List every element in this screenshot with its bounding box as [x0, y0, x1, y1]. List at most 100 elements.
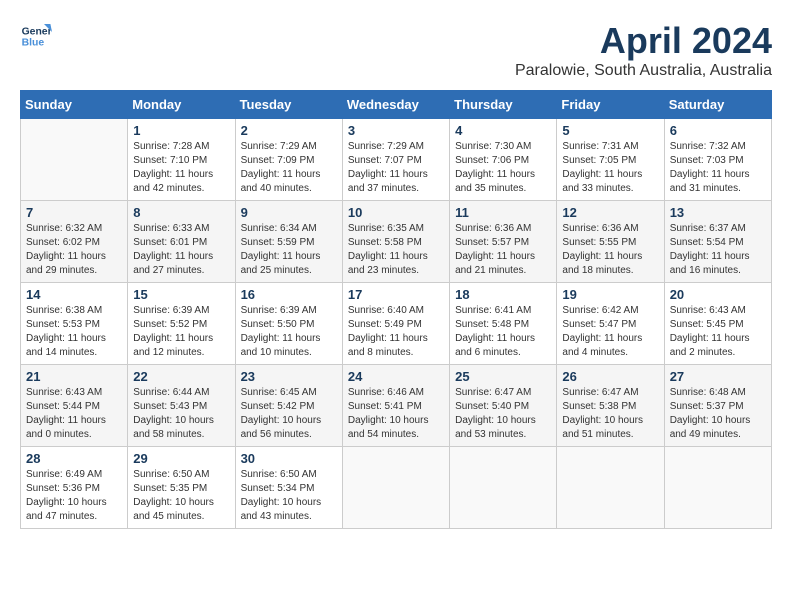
- calendar-cell: 9Sunrise: 6:34 AM Sunset: 5:59 PM Daylig…: [235, 201, 342, 283]
- day-number: 22: [133, 369, 229, 384]
- day-info: Sunrise: 7:28 AM Sunset: 7:10 PM Dayligh…: [133, 140, 229, 196]
- day-number: 20: [670, 287, 766, 302]
- day-info: Sunrise: 7:29 AM Sunset: 7:07 PM Dayligh…: [348, 140, 444, 196]
- weekday-header-thursday: Thursday: [450, 91, 557, 119]
- day-number: 1: [133, 123, 229, 138]
- calendar-cell: 6 Sunrise: 7:32 AM Sunset: 7:03 PM Daylig…: [664, 119, 771, 201]
- calendar-cell: [450, 447, 557, 529]
- calendar-cell: 23 Sunrise: 6:45 AM Sunset: 5:42 PM Dayli…: [235, 365, 342, 447]
- day-number: 16: [241, 287, 337, 302]
- calendar-cell: 17 Sunrise: 6:40 AM Sunset: 5:49 PM Dayli…: [342, 283, 449, 365]
- day-info: Sunrise: 6:47 AM Sunset: 5:40 PM Dayligh…: [455, 386, 551, 442]
- weekday-header-wednesday: Wednesday: [342, 91, 449, 119]
- day-info: Sunrise: 6:36 AM Sunset: 5:57 PM Dayligh…: [455, 222, 551, 278]
- day-info: Sunrise: 7:32 AM Sunset: 7:03 PM Dayligh…: [670, 140, 766, 196]
- calendar-cell: [21, 119, 128, 201]
- day-number: 9: [241, 205, 337, 220]
- day-info: Sunrise: 6:32 AM Sunset: 6:02 PM Dayligh…: [26, 222, 122, 278]
- day-number: 4: [455, 123, 551, 138]
- day-info: Sunrise: 6:35 AM Sunset: 5:58 PM Dayligh…: [348, 222, 444, 278]
- page-header: General Blue April 2024 Paralowie, South…: [20, 20, 772, 80]
- day-info: Sunrise: 6:50 AM Sunset: 5:34 PM Dayligh…: [241, 468, 337, 524]
- day-number: 28: [26, 451, 122, 466]
- weekday-header-friday: Friday: [557, 91, 664, 119]
- day-info: Sunrise: 6:40 AM Sunset: 5:49 PM Dayligh…: [348, 304, 444, 360]
- day-number: 21: [26, 369, 122, 384]
- location-title: Paralowie, South Australia, Australia: [515, 62, 772, 80]
- svg-text:General: General: [22, 26, 52, 37]
- weekday-header-saturday: Saturday: [664, 91, 771, 119]
- day-info: Sunrise: 6:50 AM Sunset: 5:35 PM Dayligh…: [133, 468, 229, 524]
- calendar-cell: 12 Sunrise: 6:36 AM Sunset: 5:55 PM Dayli…: [557, 201, 664, 283]
- calendar-cell: 7 Sunrise: 6:32 AM Sunset: 6:02 PM Daylig…: [21, 201, 128, 283]
- day-number: 3: [348, 123, 444, 138]
- day-number: 23: [241, 369, 337, 384]
- day-info: Sunrise: 6:37 AM Sunset: 5:54 PM Dayligh…: [670, 222, 766, 278]
- calendar-cell: 10Sunrise: 6:35 AM Sunset: 5:58 PM Dayli…: [342, 201, 449, 283]
- month-title: April 2024: [515, 20, 772, 62]
- weekday-header-row: SundayMondayTuesdayWednesdayThursdayFrid…: [21, 91, 772, 119]
- logo-icon: General Blue: [20, 20, 52, 52]
- calendar-cell: 13 Sunrise: 6:37 AM Sunset: 5:54 PM Dayli…: [664, 201, 771, 283]
- day-info: Sunrise: 6:42 AM Sunset: 5:47 PM Dayligh…: [562, 304, 658, 360]
- calendar-cell: 25Sunrise: 6:47 AM Sunset: 5:40 PM Dayli…: [450, 365, 557, 447]
- day-number: 15: [133, 287, 229, 302]
- calendar-week-2: 7 Sunrise: 6:32 AM Sunset: 6:02 PM Daylig…: [21, 201, 772, 283]
- calendar-cell: [664, 447, 771, 529]
- weekday-header-sunday: Sunday: [21, 91, 128, 119]
- day-info: Sunrise: 6:41 AM Sunset: 5:48 PM Dayligh…: [455, 304, 551, 360]
- day-number: 14: [26, 287, 122, 302]
- calendar-cell: 14 Sunrise: 6:38 AM Sunset: 5:53 PM Dayli…: [21, 283, 128, 365]
- weekday-header-monday: Monday: [128, 91, 235, 119]
- calendar-cell: 27Sunrise: 6:48 AM Sunset: 5:37 PM Dayli…: [664, 365, 771, 447]
- day-info: Sunrise: 6:39 AM Sunset: 5:52 PM Dayligh…: [133, 304, 229, 360]
- calendar-cell: 21 Sunrise: 6:43 AM Sunset: 5:44 PM Dayli…: [21, 365, 128, 447]
- calendar-cell: 24 Sunrise: 6:46 AM Sunset: 5:41 PM Dayli…: [342, 365, 449, 447]
- day-info: Sunrise: 7:31 AM Sunset: 7:05 PM Dayligh…: [562, 140, 658, 196]
- day-info: Sunrise: 6:46 AM Sunset: 5:41 PM Dayligh…: [348, 386, 444, 442]
- day-number: 17: [348, 287, 444, 302]
- calendar-cell: [557, 447, 664, 529]
- day-number: 6: [670, 123, 766, 138]
- calendar-cell: 2Sunrise: 7:29 AM Sunset: 7:09 PM Daylig…: [235, 119, 342, 201]
- day-number: 18: [455, 287, 551, 302]
- day-number: 27: [670, 369, 766, 384]
- day-number: 13: [670, 205, 766, 220]
- day-number: 2: [241, 123, 337, 138]
- title-area: April 2024 Paralowie, South Australia, A…: [515, 20, 772, 80]
- calendar-cell: 30 Sunrise: 6:50 AM Sunset: 5:34 PM Dayli…: [235, 447, 342, 529]
- day-info: Sunrise: 6:43 AM Sunset: 5:44 PM Dayligh…: [26, 386, 122, 442]
- day-info: Sunrise: 6:38 AM Sunset: 5:53 PM Dayligh…: [26, 304, 122, 360]
- day-number: 12: [562, 205, 658, 220]
- calendar-cell: 26Sunrise: 6:47 AM Sunset: 5:38 PM Dayli…: [557, 365, 664, 447]
- calendar-cell: 4Sunrise: 7:30 AM Sunset: 7:06 PM Daylig…: [450, 119, 557, 201]
- calendar-cell: 28 Sunrise: 6:49 AM Sunset: 5:36 PM Dayli…: [21, 447, 128, 529]
- day-info: Sunrise: 6:36 AM Sunset: 5:55 PM Dayligh…: [562, 222, 658, 278]
- calendar-cell: 8 Sunrise: 6:33 AM Sunset: 6:01 PM Daylig…: [128, 201, 235, 283]
- day-number: 30: [241, 451, 337, 466]
- calendar-cell: 3 Sunrise: 7:29 AM Sunset: 7:07 PM Daylig…: [342, 119, 449, 201]
- day-number: 11: [455, 205, 551, 220]
- day-number: 7: [26, 205, 122, 220]
- day-number: 24: [348, 369, 444, 384]
- calendar-week-5: 28 Sunrise: 6:49 AM Sunset: 5:36 PM Dayli…: [21, 447, 772, 529]
- calendar-cell: [342, 447, 449, 529]
- calendar-cell: 15 Sunrise: 6:39 AM Sunset: 5:52 PM Dayli…: [128, 283, 235, 365]
- calendar-week-1: 1 Sunrise: 7:28 AM Sunset: 7:10 PM Daylig…: [21, 119, 772, 201]
- calendar-cell: 5Sunrise: 7:31 AM Sunset: 7:05 PM Daylig…: [557, 119, 664, 201]
- day-info: Sunrise: 6:44 AM Sunset: 5:43 PM Dayligh…: [133, 386, 229, 442]
- calendar-cell: 20Sunrise: 6:43 AM Sunset: 5:45 PM Dayli…: [664, 283, 771, 365]
- calendar-cell: 18 Sunrise: 6:41 AM Sunset: 5:48 PM Dayli…: [450, 283, 557, 365]
- calendar-cell: 19 Sunrise: 6:42 AM Sunset: 5:47 PM Dayli…: [557, 283, 664, 365]
- calendar-cell: 1 Sunrise: 7:28 AM Sunset: 7:10 PM Daylig…: [128, 119, 235, 201]
- calendar-cell: 22 Sunrise: 6:44 AM Sunset: 5:43 PM Dayli…: [128, 365, 235, 447]
- svg-text:Blue: Blue: [22, 38, 45, 49]
- calendar-cell: 29 Sunrise: 6:50 AM Sunset: 5:35 PM Dayli…: [128, 447, 235, 529]
- day-info: Sunrise: 6:49 AM Sunset: 5:36 PM Dayligh…: [26, 468, 122, 524]
- day-number: 19: [562, 287, 658, 302]
- day-number: 8: [133, 205, 229, 220]
- day-number: 29: [133, 451, 229, 466]
- day-info: Sunrise: 6:45 AM Sunset: 5:42 PM Dayligh…: [241, 386, 337, 442]
- calendar-week-4: 21 Sunrise: 6:43 AM Sunset: 5:44 PM Dayli…: [21, 365, 772, 447]
- day-info: Sunrise: 6:33 AM Sunset: 6:01 PM Dayligh…: [133, 222, 229, 278]
